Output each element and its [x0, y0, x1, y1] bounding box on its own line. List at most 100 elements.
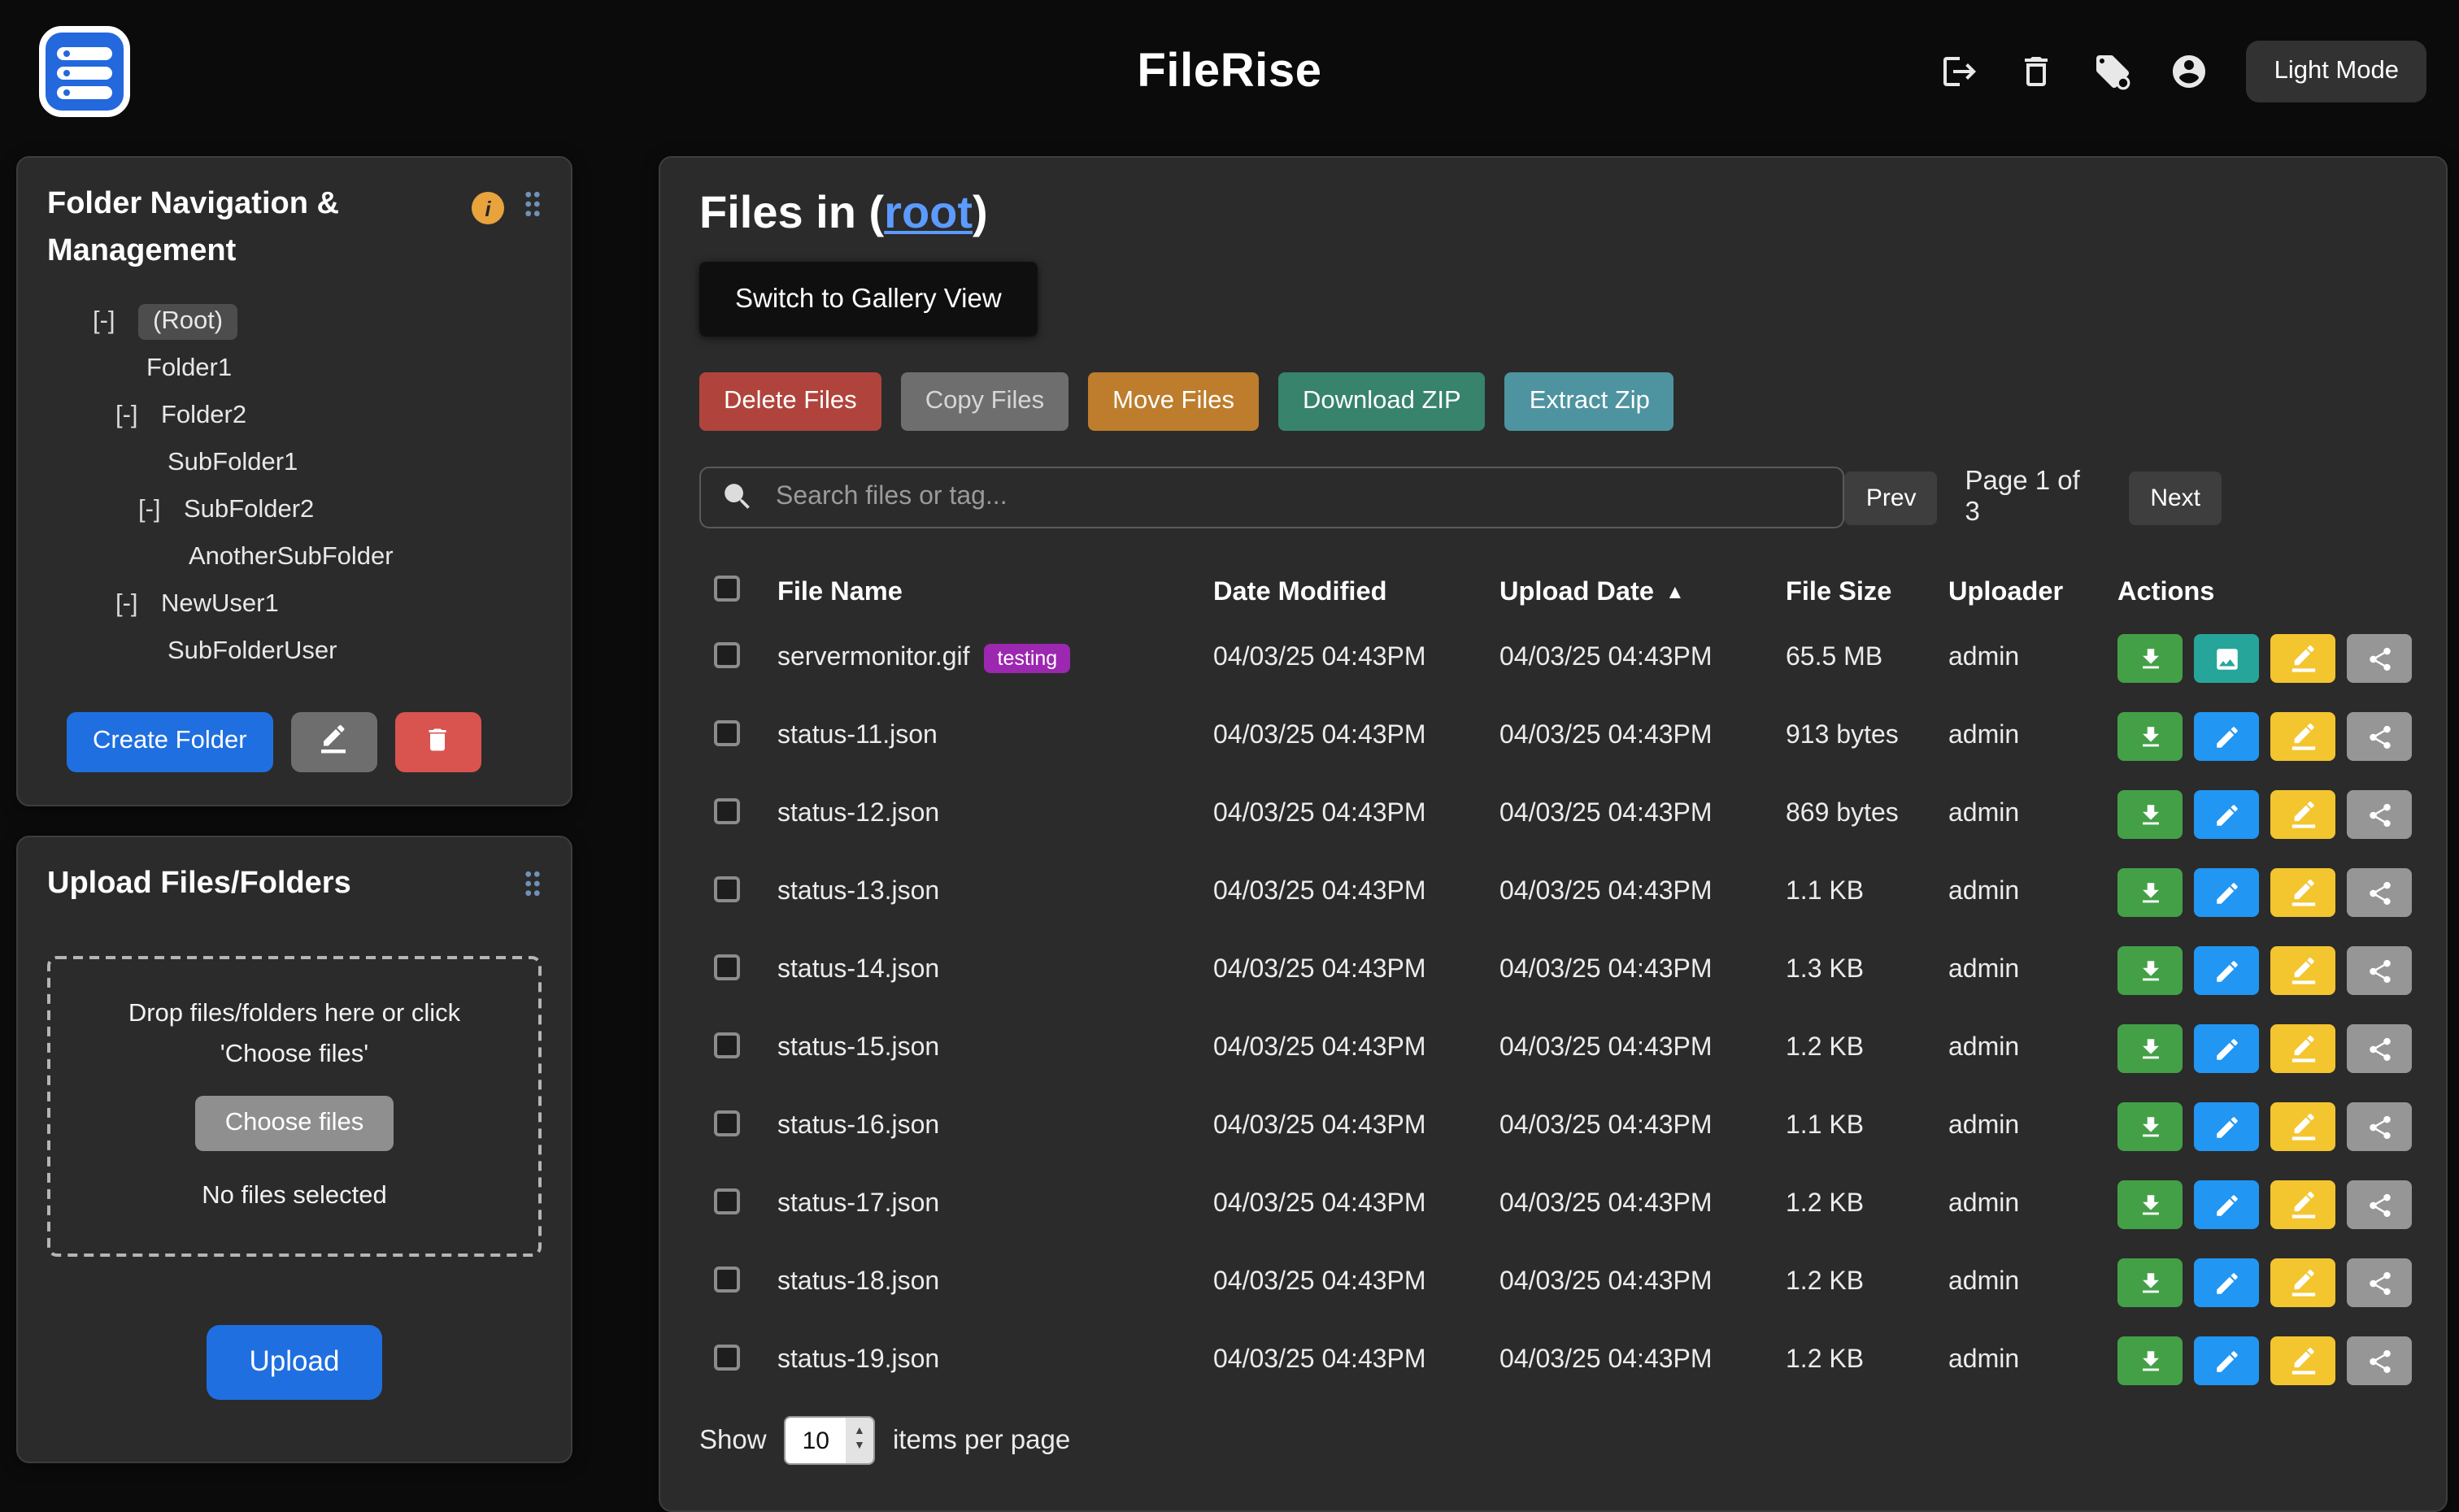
download-button[interactable]	[2117, 634, 2183, 683]
tree-item-folder1[interactable]: Folder1	[146, 346, 542, 393]
copy-files-button[interactable]: Copy Files	[901, 372, 1068, 431]
upload-button[interactable]: Upload	[207, 1325, 382, 1400]
edit-file-button[interactable]	[2194, 1180, 2259, 1229]
edit-file-button[interactable]	[2194, 790, 2259, 839]
download-button[interactable]	[2117, 1102, 2183, 1151]
tree-item-folder2[interactable]: [-] Folder2	[115, 393, 542, 441]
file-name[interactable]: status-17.json	[777, 1190, 939, 1219]
download-button[interactable]	[2117, 946, 2183, 995]
logout-icon[interactable]	[1941, 52, 1980, 91]
create-folder-button[interactable]: Create Folder	[67, 712, 273, 772]
rename-button[interactable]	[2270, 1024, 2335, 1073]
share-button[interactable]	[2347, 1336, 2412, 1385]
rename-button[interactable]	[2270, 1180, 2335, 1229]
tree-toggle-icon[interactable]: [-]	[115, 402, 151, 432]
file-name[interactable]: servermonitor.gif	[777, 644, 970, 673]
tree-item-newuser1[interactable]: [-] NewUser1	[115, 582, 542, 629]
column-header-file-size[interactable]: File Size	[1786, 576, 1948, 607]
account-icon[interactable]	[2170, 52, 2209, 91]
edit-file-button[interactable]	[2194, 1024, 2259, 1073]
tree-label[interactable]: Folder2	[161, 402, 246, 432]
file-name[interactable]: status-13.json	[777, 878, 939, 907]
column-header-upload-date[interactable]: Upload Date ▲	[1499, 576, 1786, 607]
rename-button[interactable]	[2270, 946, 2335, 995]
next-page-button[interactable]: Next	[2129, 471, 2222, 524]
column-header-uploader[interactable]: Uploader	[1948, 576, 2117, 607]
file-dropzone[interactable]: Drop files/folders here or click 'Choose…	[47, 957, 542, 1257]
delete-files-button[interactable]: Delete Files	[699, 372, 881, 431]
file-name[interactable]: status-11.json	[777, 722, 938, 751]
download-button[interactable]	[2117, 1336, 2183, 1385]
rename-button[interactable]	[2270, 868, 2335, 917]
rename-button[interactable]	[2270, 712, 2335, 761]
tree-label[interactable]: SubFolder1	[168, 450, 298, 479]
drag-handle-icon[interactable]	[524, 190, 542, 226]
share-button[interactable]	[2347, 868, 2412, 917]
tree-item-root[interactable]: [-] (Root)	[93, 299, 542, 346]
delete-folder-button[interactable]	[395, 712, 481, 772]
row-checkbox[interactable]	[714, 797, 740, 823]
rename-folder-button[interactable]	[291, 712, 377, 772]
file-name[interactable]: status-14.json	[777, 956, 939, 985]
switch-gallery-view-button[interactable]: Switch to Gallery View	[699, 262, 1038, 337]
items-per-page-select[interactable]: 10	[785, 1416, 875, 1465]
light-mode-button[interactable]: Light Mode	[2247, 41, 2426, 102]
select-all-checkbox[interactable]	[714, 575, 740, 601]
row-checkbox[interactable]	[714, 1110, 740, 1136]
download-button[interactable]	[2117, 790, 2183, 839]
share-button[interactable]	[2347, 634, 2412, 683]
download-zip-button[interactable]: Download ZIP	[1278, 372, 1486, 431]
choose-files-button[interactable]: Choose files	[196, 1096, 394, 1151]
download-button[interactable]	[2117, 1024, 2183, 1073]
rename-button[interactable]	[2270, 1258, 2335, 1307]
tree-toggle-icon[interactable]: [-]	[115, 591, 151, 620]
share-button[interactable]	[2347, 1180, 2412, 1229]
tree-label[interactable]: SubFolderUser	[168, 638, 337, 667]
file-name[interactable]: status-16.json	[777, 1112, 939, 1141]
tree-item-subfolder2[interactable]: [-] SubFolder2	[138, 488, 542, 535]
share-button[interactable]	[2347, 712, 2412, 761]
download-button[interactable]	[2117, 868, 2183, 917]
edit-file-button[interactable]	[2194, 712, 2259, 761]
root-folder-link[interactable]: root	[884, 187, 973, 237]
share-button[interactable]	[2347, 946, 2412, 995]
tree-label[interactable]: NewUser1	[161, 591, 279, 620]
column-header-file-name[interactable]: File Name	[777, 576, 1213, 607]
edit-file-button[interactable]	[2194, 1258, 2259, 1307]
file-name[interactable]: status-18.json	[777, 1268, 939, 1297]
download-button[interactable]	[2117, 1180, 2183, 1229]
tree-label[interactable]: AnotherSubFolder	[189, 544, 394, 573]
edit-file-button[interactable]	[2194, 946, 2259, 995]
file-name[interactable]: status-12.json	[777, 800, 939, 829]
drag-handle-icon[interactable]	[524, 870, 542, 906]
row-checkbox[interactable]	[714, 719, 740, 745]
preview-image-button[interactable]	[2194, 634, 2259, 683]
column-header-date-modified[interactable]: Date Modified	[1213, 576, 1499, 607]
move-files-button[interactable]: Move Files	[1088, 372, 1259, 431]
tree-toggle-icon[interactable]: [-]	[93, 308, 128, 337]
rename-button[interactable]	[2270, 1102, 2335, 1151]
edit-file-button[interactable]	[2194, 1102, 2259, 1151]
tree-item-anothersubfolder[interactable]: AnotherSubFolder	[189, 535, 542, 582]
tree-label[interactable]: SubFolder2	[184, 497, 314, 526]
file-name[interactable]: status-15.json	[777, 1034, 939, 1063]
tree-label[interactable]: Folder1	[146, 355, 232, 385]
tag-icon[interactable]	[2094, 52, 2133, 91]
prev-page-button[interactable]: Prev	[1845, 471, 1938, 524]
row-checkbox[interactable]	[714, 641, 740, 667]
file-name[interactable]: status-19.json	[777, 1346, 939, 1375]
tree-toggle-icon[interactable]: [-]	[138, 497, 174, 526]
share-button[interactable]	[2347, 1024, 2412, 1073]
rename-button[interactable]	[2270, 790, 2335, 839]
logo-icon[interactable]	[33, 20, 137, 124]
download-button[interactable]	[2117, 712, 2183, 761]
tree-item-subfolder1[interactable]: SubFolder1	[168, 441, 542, 488]
tree-label[interactable]: (Root)	[138, 305, 237, 341]
rename-button[interactable]	[2270, 634, 2335, 683]
row-checkbox[interactable]	[714, 875, 740, 902]
share-button[interactable]	[2347, 1258, 2412, 1307]
share-button[interactable]	[2347, 790, 2412, 839]
row-checkbox[interactable]	[714, 1344, 740, 1370]
download-button[interactable]	[2117, 1258, 2183, 1307]
edit-file-button[interactable]	[2194, 1336, 2259, 1385]
